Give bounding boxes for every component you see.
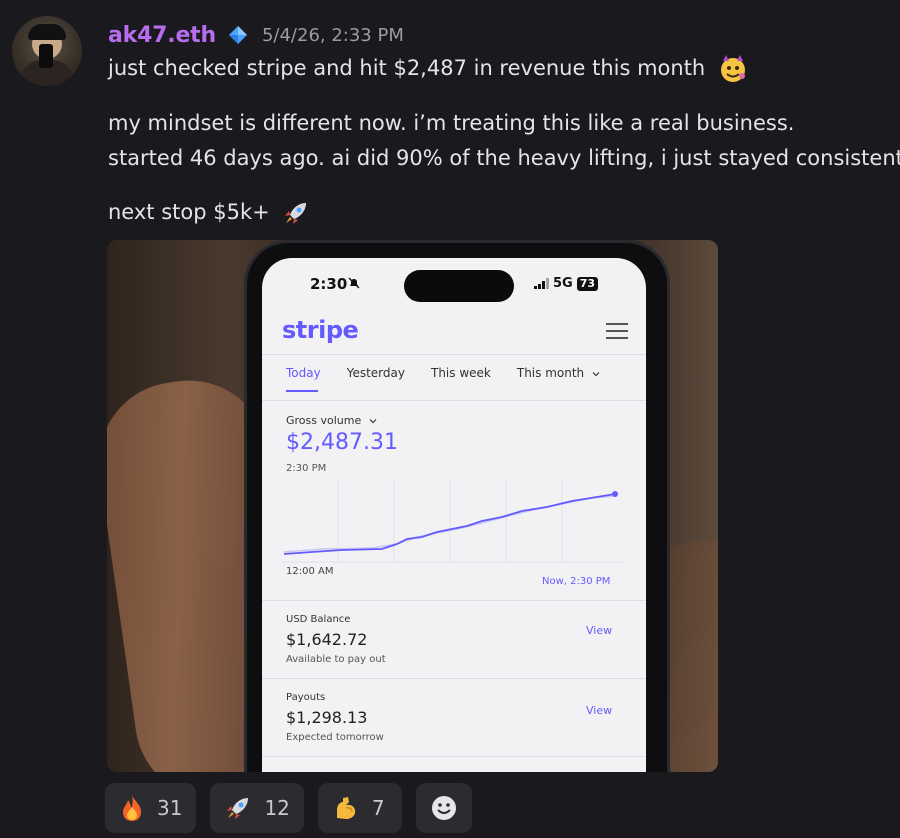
usd-balance-view-link: View [586, 624, 613, 637]
chart-end-label: Now, 2:30 PM [542, 576, 611, 587]
chevron-down-icon [592, 371, 600, 376]
tab-this-week: This week [430, 366, 491, 380]
dynamic-island [404, 270, 514, 302]
smiley-icon [431, 796, 456, 820]
payouts-value: $1,298.13 [286, 708, 368, 727]
reaction-flexed-biceps[interactable]: 7 [317, 783, 402, 833]
divider [262, 600, 646, 601]
message: ak47.eth 5/4/26, 2:33 PM just checked st… [0, 0, 900, 838]
message-line-3: started 46 days ago. ai did 90% of the h… [108, 146, 900, 170]
divider [262, 678, 646, 679]
usd-balance-value: $1,642.72 [286, 630, 368, 649]
reaction-rocket[interactable]: 12 [210, 783, 304, 833]
tab-today: Today [286, 366, 321, 380]
divider [262, 354, 646, 355]
username[interactable]: ak47.eth [108, 23, 216, 48]
gross-volume-label: Gross volume [286, 414, 377, 427]
gross-volume-label-text: Gross volume [286, 414, 362, 427]
chart-start-label: 12:00 AM [286, 566, 334, 577]
message-line-1: just checked stripe and hit $2,487 in re… [108, 54, 748, 84]
date-tabs: Today Yesterday This week This month [286, 366, 626, 380]
avatar-cap [28, 24, 66, 40]
message-line-4-text: next stop $5k+ [108, 200, 270, 224]
payouts-sub: Expected tomorrow [286, 732, 384, 743]
active-tab-underline [286, 390, 318, 392]
smiling-face-with-horns-icon [720, 55, 745, 82]
chevron-down-icon [369, 419, 377, 424]
tab-this-month-label: This month [516, 366, 585, 380]
hamburger-menu-icon [606, 323, 628, 339]
tab-this-month: This month [517, 366, 600, 380]
avatar-phone [39, 44, 53, 68]
rocket-icon [285, 203, 307, 224]
divider [262, 400, 646, 401]
reactions-bar: 31 12 7 [105, 783, 472, 833]
gross-volume-time: 2:30 PM [286, 463, 327, 474]
phone-screen: 2:30 5G 73 stripe Today Yesterday This w… [262, 258, 646, 772]
signal-bars-icon [534, 278, 549, 289]
reaction-count: 7 [371, 796, 385, 820]
fire-icon [123, 795, 141, 821]
bell-muted-icon [348, 277, 360, 289]
status-time: 2:30 [310, 275, 348, 293]
flexed-biceps-icon [336, 797, 356, 819]
message-line-1-text: just checked stripe and hit $2,487 in re… [108, 56, 706, 80]
avatar[interactable] [12, 16, 82, 86]
verified-diamond-icon [228, 26, 247, 44]
message-line-2: my mindset is different now. i’m treatin… [108, 111, 795, 135]
timestamp: 5/4/26, 2:33 PM [261, 24, 404, 46]
message-line-4: next stop $5k+ [108, 199, 310, 227]
rocket-icon [227, 798, 249, 819]
message-header: ak47.eth 5/4/26, 2:33 PM [108, 20, 404, 50]
reaction-count: 12 [264, 796, 290, 820]
reaction-fire[interactable]: 31 [105, 783, 197, 833]
usd-balance-label: USD Balance [286, 614, 351, 625]
gross-volume-value: $2,487.31 [286, 430, 398, 455]
reaction-count: 31 [157, 796, 183, 820]
stripe-logo: stripe [282, 316, 359, 344]
tab-yesterday: Yesterday [346, 366, 405, 380]
payouts-label: Payouts [286, 692, 326, 703]
gross-volume-chart [282, 482, 624, 563]
attachment-image[interactable]: 2:30 5G 73 stripe Today Yesterday This w… [107, 240, 718, 772]
status-right: 5G 73 [534, 276, 599, 291]
payouts-view-link: View [586, 704, 613, 717]
divider [262, 756, 646, 757]
usd-balance-sub: Available to pay out [286, 654, 386, 665]
add-reaction-button[interactable] [415, 783, 472, 833]
network-label: 5G [553, 276, 573, 291]
battery-indicator: 73 [576, 276, 599, 291]
